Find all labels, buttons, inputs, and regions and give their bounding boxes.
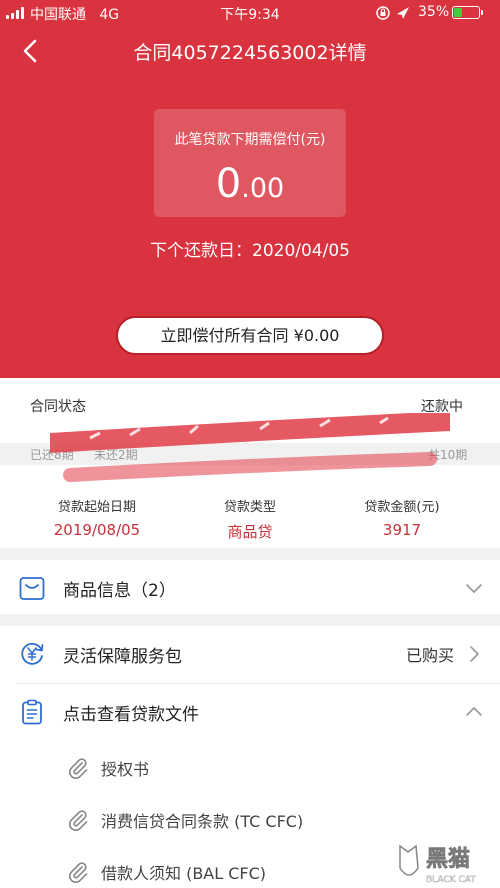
document-item[interactable]: 消费信贷合同条款 (TC CFC) [0,796,500,844]
summary-header: 中国联通 4G 下午9:34 35% 合同4057224563002详情 此笔贷… [0,0,500,378]
chevron-down-icon [466,584,482,593]
battery-percent: 35% [418,4,450,20]
service-package-row[interactable]: 灵活保障服务包 已购买 [0,626,500,682]
amount-integer: 0 [215,161,242,207]
amount-decimal: .00 [241,173,285,204]
pay-all-button[interactable]: 立即偿付所有合同 ¥0.00 [116,316,384,355]
section-divider [0,614,500,626]
clipboard-icon [22,699,42,725]
chevron-left-icon [23,39,37,63]
chevron-up-icon [466,707,482,716]
loan-start-date: 贷款起始日期 2019/08/05 [27,496,167,539]
status-bar: 中国联通 4G 下午9:34 35% [0,0,500,26]
loan-start-date-value: 2019/08/05 [53,521,141,539]
document-item[interactable]: 授权书 [0,744,500,792]
battery-icon [452,6,483,19]
service-package-label: 灵活保障服务包 [63,647,182,667]
back-button[interactable] [14,34,48,68]
section-divider [0,548,500,560]
next-repayment-date: 下个还款日：2020/04/05 [150,241,350,261]
paperclip-icon [69,758,88,779]
loan-documents-row[interactable]: 点击查看贷款文件 [0,684,500,740]
loan-type-label: 贷款类型 [223,500,276,515]
watermark-subtext: BLACK CAT [426,875,476,885]
status-icons [375,4,415,22]
chevron-right-icon [470,646,479,662]
completion-stamp [50,413,450,482]
watermark-text: 黑猫 [426,847,470,872]
next-payment-amount: 0.00 [154,161,346,212]
document-label: 消费信贷合同条款 (TC CFC) [101,812,304,831]
loan-amount: 贷款金额(元) 3917 [332,496,472,539]
shopping-bag-icon [19,577,45,600]
next-payment-label: 此笔贷款下期需偿付(元) [174,132,326,148]
contract-status-section: 合同状态 还款中 已还8期 未还2期 共10期 [0,378,500,496]
loan-amount-value: 3917 [382,521,422,539]
loan-type: 贷款类型 商品贷 [180,496,320,542]
service-package-status: 已购买 [405,646,454,665]
document-label: 借款人须知 (BAL CFC) [101,864,267,883]
loan-type-value: 商品贷 [227,523,273,541]
loan-documents-label: 点击查看贷款文件 [63,705,199,725]
document-label: 授权书 [101,760,150,779]
page-title: 合同4057224563002详情 [133,42,367,64]
paperclip-icon [69,810,88,831]
black-cat-watermark: 黑猫 BLACK CAT [396,838,500,888]
loan-info-row: 贷款起始日期 2019/08/05 贷款类型 商品贷 贷款金额(元) 3917 [0,496,500,546]
paperclip-icon [69,862,88,883]
next-payment-card: 此笔贷款下期需偿付(元) 0.00 [154,109,346,217]
goods-info-label: 商品信息（2） [63,581,176,601]
loan-start-date-label: 贷款起始日期 [57,500,136,515]
loan-amount-label: 贷款金额(元) [364,500,440,515]
yuan-cycle-icon [21,642,44,665]
goods-info-row[interactable]: 商品信息（2） [0,560,500,616]
